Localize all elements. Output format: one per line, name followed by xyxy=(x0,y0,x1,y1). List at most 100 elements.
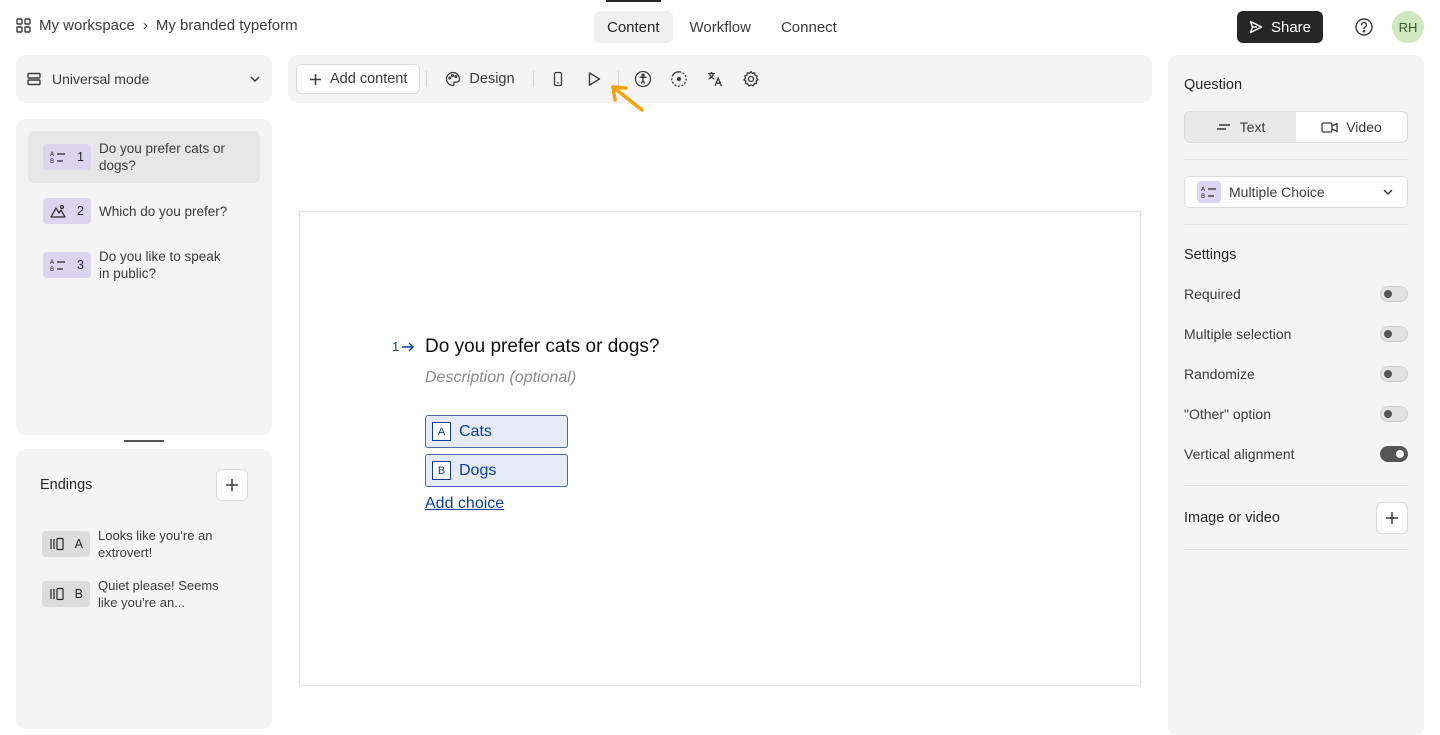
add-choice-link[interactable]: Add choice xyxy=(425,495,504,513)
question-number: 1 xyxy=(77,149,84,164)
add-ending-button[interactable] xyxy=(216,469,248,501)
plus-icon xyxy=(309,73,322,86)
ending-screen-icon xyxy=(49,537,65,551)
choice-option[interactable]: B Dogs xyxy=(425,454,568,487)
question-number-indicator: 1 xyxy=(392,339,415,354)
annotation-arrow-icon xyxy=(609,83,647,115)
share-button-label: Share xyxy=(1270,18,1312,36)
question-text: Do you prefer cats or dogs? xyxy=(99,141,226,173)
question-settings-panel: Question Text Video AB Multiple Choice S… xyxy=(1168,55,1424,735)
question-list-item[interactable]: AB 1 Do you prefer cats or dogs? xyxy=(28,131,260,183)
ending-badge: A xyxy=(42,531,90,557)
required-toggle[interactable] xyxy=(1380,286,1408,302)
setting-row: Randomize xyxy=(1184,366,1408,382)
ending-badge: B xyxy=(42,581,90,607)
chevron-down-icon xyxy=(1381,185,1395,199)
plus-icon xyxy=(1385,511,1399,525)
form-preview-canvas: 1 Do you prefer cats or dogs? Descriptio… xyxy=(299,211,1141,686)
send-icon xyxy=(1249,20,1263,34)
ending-text: Looks like you're an extrovert! xyxy=(98,528,213,560)
ending-list-item[interactable]: A Looks like you're an extrovert! xyxy=(40,527,248,561)
setting-label: "Other" option xyxy=(1184,406,1271,422)
question-heading: Question xyxy=(1184,77,1243,93)
image-choice-icon xyxy=(50,204,66,218)
layers-icon xyxy=(26,71,42,87)
question-text: Do you like to speak in public? xyxy=(99,249,221,281)
arrow-right-icon xyxy=(401,341,415,353)
text-format-label: Text xyxy=(1239,119,1266,135)
divider xyxy=(1184,159,1408,160)
setting-label: Required xyxy=(1184,286,1241,302)
panel-resize-handle[interactable] xyxy=(124,440,164,442)
design-button[interactable]: Design xyxy=(433,64,526,94)
settings-heading: Settings xyxy=(1184,247,1237,263)
svg-text:B: B xyxy=(50,266,54,272)
question-list-item[interactable]: AB 3 Do you like to speak in public? xyxy=(28,239,260,291)
multiple-selection-toggle[interactable] xyxy=(1380,326,1408,342)
randomize-toggle[interactable] xyxy=(1380,366,1408,382)
apps-grid-icon[interactable] xyxy=(16,18,31,33)
play-preview-icon[interactable] xyxy=(576,64,612,94)
ending-letter: B xyxy=(74,586,83,601)
image-or-video-label: Image or video xyxy=(1184,510,1280,526)
question-type-select[interactable]: AB Multiple Choice xyxy=(1184,176,1408,208)
top-bar: My workspace › My branded typeform Conte… xyxy=(0,0,1440,54)
help-icon[interactable] xyxy=(1354,17,1374,37)
breadcrumb-form-name[interactable]: My branded typeform xyxy=(156,17,298,34)
video-camera-icon xyxy=(1321,121,1338,134)
text-lines-icon xyxy=(1216,121,1232,133)
mode-selector[interactable]: Universal mode xyxy=(16,55,272,103)
video-format-label: Video xyxy=(1346,119,1382,135)
choice-label: Cats xyxy=(459,422,492,440)
choice-label: Dogs xyxy=(459,461,497,479)
mode-label: Universal mode xyxy=(52,71,150,87)
question-format-toggle: Text Video xyxy=(1184,111,1408,143)
question-number: 2 xyxy=(77,203,84,218)
question-list: AB 1 Do you prefer cats or dogs? 2 Which… xyxy=(16,119,272,435)
setting-row: Multiple selection xyxy=(1184,326,1408,342)
text-format-button[interactable]: Text xyxy=(1185,112,1296,142)
endings-heading: Endings xyxy=(40,477,93,493)
vertical-alignment-toggle[interactable] xyxy=(1380,446,1408,462)
logic-icon[interactable] xyxy=(661,64,697,94)
add-content-label: Add content xyxy=(330,71,408,87)
other-option-toggle[interactable] xyxy=(1380,406,1408,422)
avatar[interactable]: RH xyxy=(1392,11,1424,43)
share-button[interactable]: Share xyxy=(1237,11,1323,43)
add-content-button[interactable]: Add content xyxy=(296,64,421,94)
translate-icon[interactable] xyxy=(697,64,733,94)
mobile-preview-icon[interactable] xyxy=(540,64,576,94)
tab-workflow[interactable]: Workflow xyxy=(677,11,764,43)
palette-icon xyxy=(445,71,461,87)
question-description-field[interactable]: Description (optional) xyxy=(425,369,576,387)
ending-list-item[interactable]: B Quiet please! Seems like you're an... xyxy=(40,577,248,611)
choice-key: A xyxy=(432,422,451,441)
svg-text:A: A xyxy=(50,259,55,266)
list-icon: AB xyxy=(50,258,66,272)
question-type-label: Multiple Choice xyxy=(1229,184,1325,200)
settings-gear-icon[interactable] xyxy=(733,64,769,94)
toolbar-divider xyxy=(532,71,534,87)
tab-content[interactable]: Content xyxy=(594,0,673,43)
breadcrumb-workspace-link[interactable]: My workspace xyxy=(39,17,135,34)
svg-text:A: A xyxy=(1201,186,1206,193)
video-format-button[interactable]: Video xyxy=(1296,112,1407,142)
choice-key: B xyxy=(432,461,451,480)
question-text: Which do you prefer? xyxy=(99,203,228,219)
svg-text:B: B xyxy=(1201,193,1205,199)
plus-icon xyxy=(225,478,239,492)
toolbar-divider xyxy=(426,71,428,87)
question-list-item[interactable]: 2 Which do you prefer? xyxy=(28,189,260,233)
ending-text: Quiet please! Seems like you're an... xyxy=(98,578,219,610)
question-badge: AB 3 xyxy=(43,252,91,278)
svg-text:A: A xyxy=(50,151,55,158)
question-number-text: 1 xyxy=(392,339,400,354)
choice-option[interactable]: A Cats xyxy=(425,415,568,448)
add-media-button[interactable] xyxy=(1376,502,1408,534)
tab-connect[interactable]: Connect xyxy=(768,11,850,43)
setting-row: Vertical alignment xyxy=(1184,446,1408,462)
setting-row: Required xyxy=(1184,286,1408,302)
question-title[interactable]: Do you prefer cats or dogs? xyxy=(425,336,659,358)
setting-row: "Other" option xyxy=(1184,406,1408,422)
list-icon: AB xyxy=(1197,181,1221,203)
